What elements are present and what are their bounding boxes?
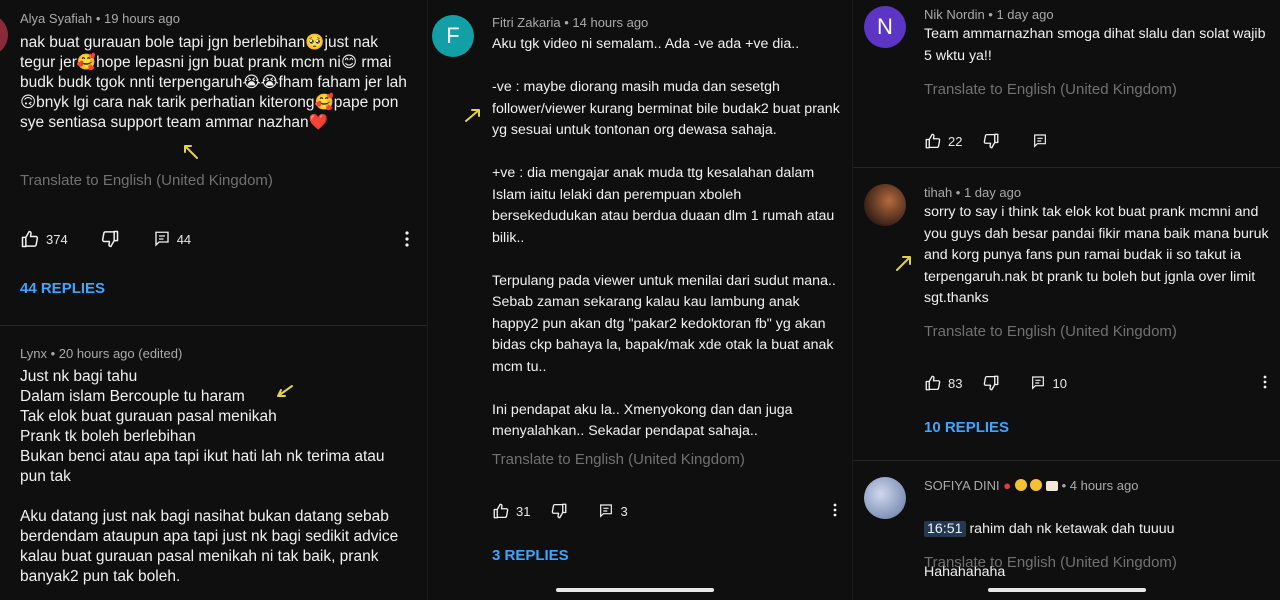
comment-text: Team ammarnazhan smoga dihat slalu dan s… [924,26,1266,64]
reply-button[interactable]: 3 [598,503,628,519]
translate-link[interactable]: Translate to English (United Kingdom) [492,451,745,468]
comment-author[interactable]: SOFIYA DINI ● • 4 hours ago [924,478,1138,493]
like-button[interactable]: 374 [20,229,68,249]
reply-button[interactable]: 10 [1030,375,1067,391]
divider [853,460,1280,461]
avatar[interactable] [864,477,906,519]
annotation-arrow [277,385,293,397]
comment-icon [155,231,169,247]
timestamp-link[interactable]: 16:51 [924,520,966,537]
reply-count: 44 [176,231,192,247]
comment-text: Aku tgk video ni semalam.. Ada -ve ada +… [492,36,840,439]
comment-actions: 31 3 [492,500,628,522]
three-dot-menu-icon[interactable] [400,230,414,248]
comment-author[interactable]: Lynx • 20 hours ago (edited) [20,346,182,361]
view-replies-link[interactable]: 3 REPLIES [492,547,569,564]
comment-time: • 4 hours ago [1061,478,1139,493]
comment-text: nak buat gurauan bole tapi jgn berlebiha… [20,34,407,131]
annotation-arrow [184,145,198,159]
comment-text-line1: rahim dah nk ketawak dah tuuuu [965,520,1175,537]
comment-text: sorry to say i think tak elok kot buat p… [924,204,1269,306]
comment-icon [1034,134,1047,148]
dislike-button[interactable] [550,502,568,520]
like-button[interactable]: 83 [924,374,962,392]
comment-author[interactable]: Fitri Zakaria • 14 hours ago [492,15,648,30]
reply-button[interactable] [1032,133,1048,149]
reply-count: 10 [1052,375,1067,391]
reply-button[interactable]: 44 [153,230,191,248]
comment-actions: 83 10 [924,372,1067,394]
dislike-button[interactable] [100,229,120,249]
dislike-button[interactable] [982,132,1000,150]
view-replies-link[interactable]: 10 REPLIES [924,419,1009,436]
comment-author[interactable]: tihah • 1 day ago [924,185,1021,200]
thumb-down-icon [552,503,567,519]
comments-panel-middle: F Fitri Zakaria • 14 hours ago Aku tgk v… [428,0,852,600]
three-dot-menu-icon[interactable] [829,502,841,518]
like-button[interactable]: 22 [924,132,962,150]
reply-count: 3 [620,503,628,519]
comment-text: Just nk bagi tahu Dalam islam Bercouple … [20,368,399,585]
translate-link[interactable]: Translate to English (United Kingdom) [20,172,273,189]
comment-author[interactable]: Alya Syafiah • 19 hours ago [20,11,180,26]
author-name: SOFIYA DINI [924,478,1000,493]
comments-panel-right: N Nik Nordin • 1 day ago Team ammarnazha… [853,0,1280,600]
three-dot-menu-icon[interactable] [1259,374,1271,390]
thumb-up-icon [925,133,941,149]
home-indicator [988,588,1146,592]
annotation-arrow [896,256,911,271]
like-count: 374 [46,231,68,247]
view-replies-link[interactable]: 44 REPLIES [20,280,105,297]
comments-panel-left: Alya Syafiah • 19 hours ago nak buat gur… [0,0,427,600]
comment-icon [600,504,613,518]
hugging-emoji-icon [1030,479,1043,491]
avatar[interactable] [864,184,906,226]
avatar[interactable]: N [864,6,906,48]
thumb-up-icon [493,503,509,519]
smile-emoji-icon [1014,479,1027,491]
comment-author[interactable]: Nik Nordin • 1 day ago [924,7,1054,22]
translate-link[interactable]: Translate to English (United Kingdom) [924,323,1177,340]
comment-actions: 374 44 [20,228,191,250]
like-count: 83 [948,375,963,391]
cake-emoji-icon [1045,481,1058,491]
thumb-up-icon [925,375,941,391]
thumb-down-icon [984,133,999,149]
thumb-down-icon [984,375,999,391]
dislike-button[interactable] [982,374,1000,392]
thumb-down-icon [101,230,118,248]
divider [0,325,427,326]
comment-icon [1032,376,1045,390]
like-button[interactable]: 31 [492,502,530,520]
like-count: 22 [948,133,963,149]
translate-link[interactable]: Translate to English (United Kingdom) [924,81,1177,98]
strawberry-emoji-icon: ● [1003,478,1012,493]
avatar[interactable]: F [432,15,474,57]
like-count: 31 [516,503,531,519]
translate-link[interactable]: Translate to English (United Kingdom) [924,554,1177,571]
home-indicator [556,588,714,592]
avatar[interactable] [0,14,8,56]
divider [853,167,1280,168]
annotation-arrow [465,109,480,122]
thumb-up-icon [21,230,39,248]
comment-actions: 22 [924,130,1048,152]
